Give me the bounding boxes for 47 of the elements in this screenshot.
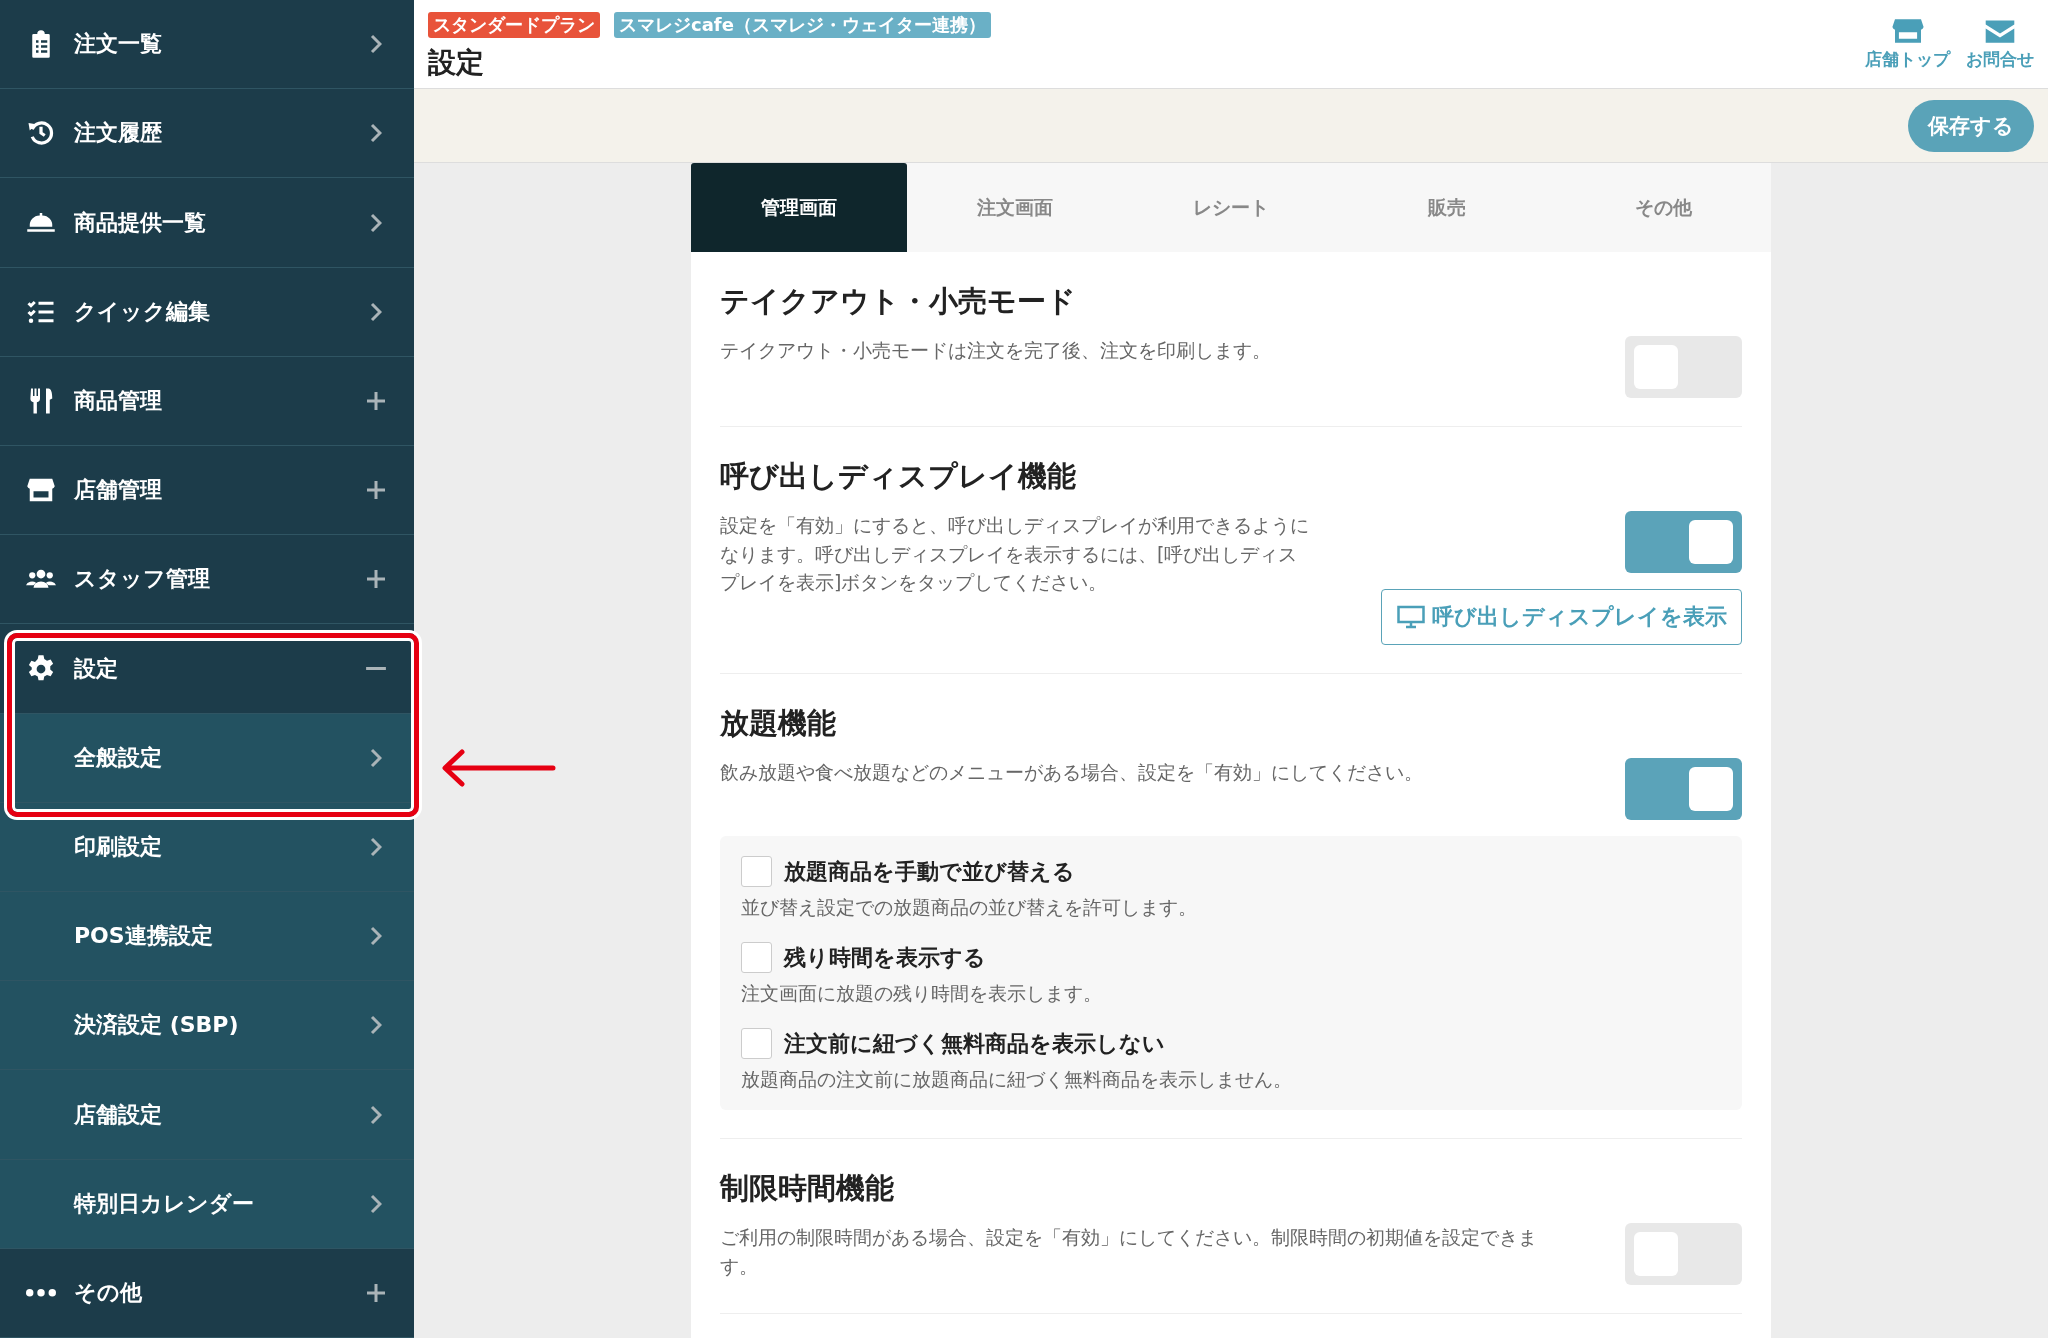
envelope-icon xyxy=(1984,18,2016,44)
chevron-right-icon xyxy=(370,1104,382,1125)
plus-icon xyxy=(366,480,386,501)
checkbox[interactable] xyxy=(741,1028,772,1059)
section-title: テイクアウト・小売モード xyxy=(720,283,1077,320)
chevron-right-icon xyxy=(370,123,382,144)
option-description: 並び替え設定での放題商品の並び替えを許可します。 xyxy=(741,896,1198,920)
option-description: 注文画面に放題の残り時間を表示します。 xyxy=(741,982,1103,1006)
chevron-right-icon xyxy=(370,926,382,947)
sidebar-subitem[interactable]: 全般設定 xyxy=(0,713,414,803)
store-icon xyxy=(1891,18,1924,44)
section-description: 飲み放題や食べ放題などのメニューがある場合、設定を「有効」にしてください。 xyxy=(720,760,1424,785)
checkbox[interactable] xyxy=(741,942,772,973)
dots-icon xyxy=(26,1289,56,1297)
sidebar-subitem[interactable]: POS連携設定 xyxy=(0,892,414,982)
toggle-switch[interactable] xyxy=(1625,511,1742,573)
chevron-right-icon xyxy=(370,212,382,233)
section-description: 設定を「有効」にすると、呼び出しディスプレイが利用できるようになります。呼び出しディスプレイを表示するには、[呼び出しディスプレイを表示]ボタンをタップしてください。 xyxy=(720,513,1310,595)
option-description: 放題商品の注文前に放題商品に紐づく無料商品を表示しません。 xyxy=(741,1068,1293,1092)
tab[interactable]: 管理画面 xyxy=(691,163,907,252)
option-label: 注文前に紐づく無料商品を表示しない xyxy=(784,1029,1165,1058)
chevron-right-icon xyxy=(370,301,382,322)
section-title: 制限時間機能 xyxy=(720,1170,895,1207)
sidebar-subitem[interactable]: 特別日カレンダー xyxy=(0,1159,414,1249)
sidebar-subitem[interactable]: 決済設定 (SBP) xyxy=(0,981,414,1071)
plus-icon xyxy=(366,1282,386,1303)
section-description: ご利用の制限時間がある場合、設定を「有効」にしてください。制限時間の初期値を設定できます。 xyxy=(720,1225,1538,1279)
chevron-right-icon xyxy=(370,836,382,857)
checkbox[interactable] xyxy=(741,856,772,887)
minus-icon xyxy=(366,666,386,671)
sidebar-subitem[interactable]: 店舗設定 xyxy=(0,1070,414,1160)
section-description: テイクアウト・小売モードは注文を完了後、注文を印刷します。 xyxy=(720,338,1272,363)
chevron-right-icon xyxy=(370,1015,382,1036)
plan-badge: スタンダードプラン xyxy=(428,12,600,38)
toggle-switch[interactable] xyxy=(1625,758,1742,820)
option-label: 放題商品を手動で並び替える xyxy=(784,857,1075,886)
chevron-right-icon xyxy=(370,1193,382,1214)
section-title: 呼び出しディスプレイ機能 xyxy=(720,458,1077,495)
chevron-right-icon xyxy=(370,747,382,768)
option-label: 残り時間を表示する xyxy=(784,943,986,972)
plan-badge: スマレジcafe（スマレジ・ウェイター連携） xyxy=(614,12,991,38)
plus-icon xyxy=(366,569,386,590)
page-title: 設定 xyxy=(428,45,485,81)
plus-icon xyxy=(366,390,386,411)
monitor-icon xyxy=(1396,604,1426,630)
section-title: 放題機能 xyxy=(720,705,837,742)
chevron-right-icon xyxy=(370,34,382,55)
